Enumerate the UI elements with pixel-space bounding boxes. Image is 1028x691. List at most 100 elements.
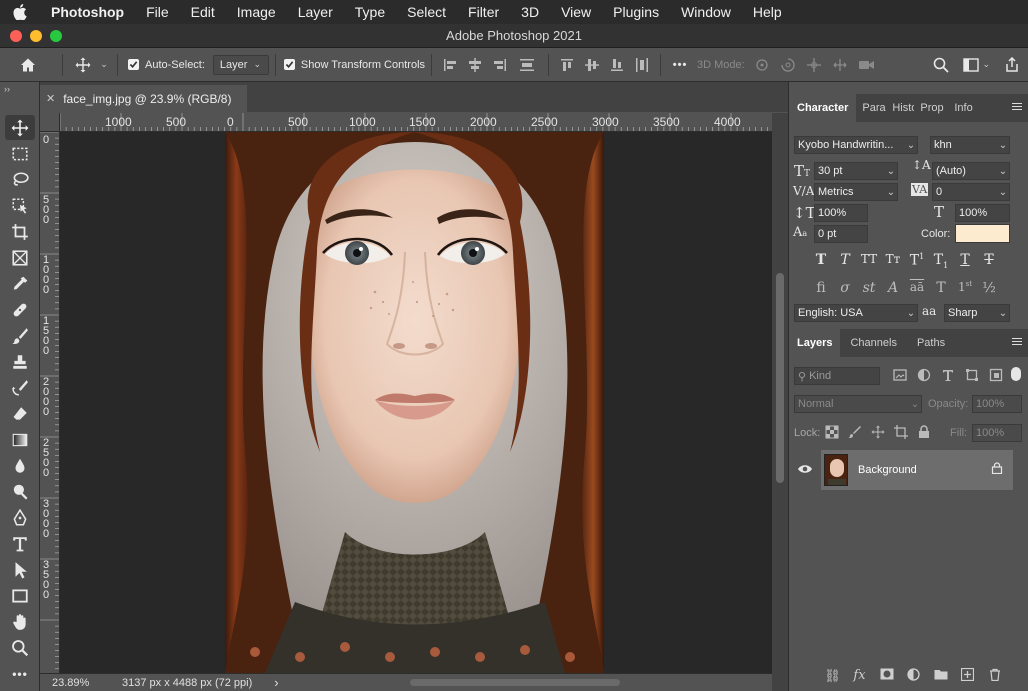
underline-icon[interactable]: T [953,252,977,270]
tab-paths[interactable]: Paths [907,329,955,357]
rectangular-marquee-tool-icon[interactable] [5,141,35,166]
layer-kind-filter[interactable]: ⚲ Kind [794,367,880,385]
horizontal-ruler[interactable]: 1000 500 0 500 1000 1500 2000 2500 3000 … [60,113,772,132]
zoom-tool-icon[interactable] [5,635,35,660]
new-adjustment-layer-icon[interactable] [900,668,927,684]
rectangle-tool-icon[interactable] [5,583,35,608]
new-layer-icon[interactable] [954,668,981,684]
delete-layer-icon[interactable] [981,668,1008,684]
new-group-folder-icon[interactable] [927,668,954,684]
text-color-swatch[interactable] [955,224,1010,243]
fill-field[interactable]: 100% [972,424,1022,442]
link-layers-icon[interactable]: ⛓ [819,668,846,684]
titling-alternates-icon[interactable]: aā [905,280,929,296]
filter-smart-objects-icon[interactable] [989,368,1003,382]
lasso-tool-icon[interactable] [5,167,35,192]
align-vertical-centers-icon[interactable] [584,57,600,73]
eraser-tool-icon[interactable] [5,401,35,426]
contextual-alternates-icon[interactable]: T [929,280,953,296]
swash-icon[interactable]: A [881,280,905,296]
document-canvas[interactable] [60,132,772,673]
small-caps-icon[interactable]: Tт [881,252,905,270]
vertical-ruler[interactable]: 0 5 0 0 1 0 0 0 1 5 0 0 2 0 0 0 2 5 0 0 … [40,132,60,673]
filter-pixel-layers-icon[interactable] [893,368,907,382]
gradient-tool-icon[interactable] [5,427,35,452]
lock-position-icon[interactable] [871,425,885,439]
portrait-image[interactable] [225,132,604,673]
align-right-edges-icon[interactable] [492,57,508,73]
layer-row-background[interactable]: Background [821,450,1013,490]
menu-help[interactable]: Help [742,0,793,24]
history-brush-tool-icon[interactable] [5,375,35,400]
subscript-icon[interactable]: T1 [929,252,953,270]
lock-image-pixels-icon[interactable] [848,425,862,439]
3d-orbit-icon[interactable] [753,57,771,73]
lock-transparent-pixels-icon[interactable] [825,425,839,439]
zoom-level-field[interactable]: 23.89% [40,677,110,689]
home-icon[interactable] [0,57,56,73]
lock-artboard-icon[interactable] [894,425,908,439]
filter-toggle-switch[interactable] [1011,367,1021,381]
filter-type-layers-icon[interactable] [941,368,955,382]
show-transform-controls-checkbox[interactable] [283,59,295,70]
faux-bold-icon[interactable]: T [809,252,833,270]
faux-italic-icon[interactable]: T [833,252,857,270]
ordinals-icon[interactable]: 1st [953,280,977,296]
horizontal-scale-field[interactable]: 100% [955,204,1010,222]
move-tool-icon[interactable] [5,115,35,140]
align-bottom-edges-icon[interactable] [609,57,625,73]
menu-3d[interactable]: 3D [510,0,550,24]
menu-image[interactable]: Image [226,0,287,24]
all-caps-icon[interactable]: TT [857,252,881,270]
lock-all-icon[interactable] [917,425,931,439]
menu-view[interactable]: View [550,0,602,24]
crop-tool-icon[interactable] [5,219,35,244]
blend-mode-dropdown[interactable]: Normal [794,395,922,413]
opacity-field[interactable]: 100% [972,395,1022,413]
tool-preset-chevron-down-icon[interactable]: ⌄ [97,59,111,70]
close-window-button[interactable] [10,30,22,42]
tab-history[interactable]: Histo [886,94,914,122]
superscript-icon[interactable]: T1 [905,252,929,270]
object-selection-tool-icon[interactable] [5,193,35,218]
path-selection-tool-icon[interactable] [5,557,35,582]
align-horizontal-centers-icon[interactable] [467,57,483,73]
vertical-scrollbar-thumb[interactable] [776,273,784,483]
move-tool-preset-icon[interactable] [69,57,97,73]
frame-tool-icon[interactable] [5,245,35,270]
zoom-window-button[interactable] [50,30,62,42]
brush-tool-icon[interactable] [5,323,35,348]
blur-tool-icon[interactable] [5,453,35,478]
vertical-scale-field[interactable]: 100% [814,204,868,222]
distribute-horizontal-icon[interactable] [634,57,650,73]
tab-info[interactable]: Info [948,94,980,122]
align-top-edges-icon[interactable] [559,57,575,73]
menu-app-photoshop[interactable]: Photoshop [40,0,135,24]
distribute-vertical-icon[interactable] [512,57,542,73]
type-tool-icon[interactable] [5,531,35,556]
tab-layers[interactable]: Layers [789,329,841,357]
baseline-shift-field[interactable]: 0 pt [814,225,868,243]
stylistic-alternates-icon[interactable]: st [857,280,881,296]
filter-adjustment-layers-icon[interactable] [917,368,931,382]
ruler-origin[interactable] [40,113,60,132]
menu-file[interactable]: File [135,0,180,24]
hand-tool-icon[interactable] [5,609,35,634]
layer-visibility-eye-icon[interactable] [797,462,813,480]
edit-toolbar-icon[interactable]: ••• [5,661,35,686]
font-family-dropdown[interactable]: Kyobo Handwritin... [794,136,918,154]
add-mask-icon[interactable] [873,668,900,684]
menu-layer[interactable]: Layer [287,0,344,24]
spot-healing-brush-tool-icon[interactable] [5,297,35,322]
strikethrough-icon[interactable]: T [977,252,1001,270]
menu-edit[interactable]: Edit [180,0,226,24]
menu-window[interactable]: Window [670,0,742,24]
ligatures-icon[interactable]: fi [809,280,833,296]
tab-character[interactable]: Character [789,94,857,122]
collapse-panels-icon[interactable] [789,68,1028,82]
horizontal-scrollbar-thumb[interactable] [410,679,620,686]
auto-select-dropdown[interactable]: Layer ⌄ [212,54,269,75]
layer-style-fx-icon[interactable]: fx [846,668,873,684]
apple-menu-icon[interactable] [0,4,40,20]
align-left-edges-icon[interactable] [442,57,458,73]
